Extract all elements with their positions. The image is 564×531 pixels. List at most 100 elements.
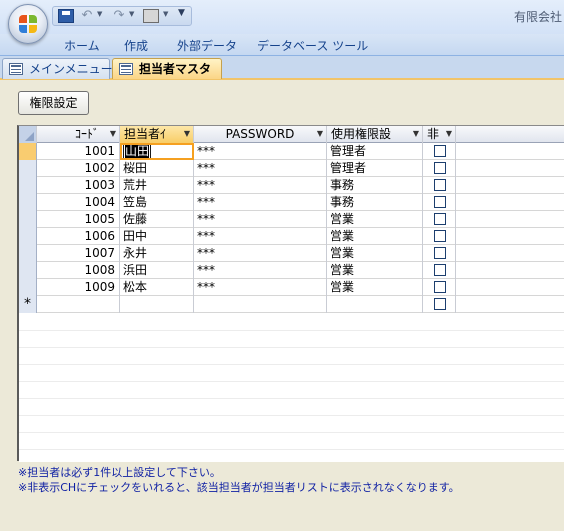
- sort-dropdown-icon[interactable]: ▼: [110, 126, 116, 142]
- table-row[interactable]: 1009 松本 *** 営業: [19, 279, 564, 296]
- table-row[interactable]: 1004 笠島 *** 事務: [19, 194, 564, 211]
- hidden-checkbox[interactable]: [434, 213, 446, 225]
- row-selector[interactable]: [19, 279, 37, 296]
- row-selector[interactable]: [19, 160, 37, 177]
- cell-name[interactable]: 田中: [120, 228, 194, 245]
- sort-dropdown-icon[interactable]: ▼: [184, 126, 190, 142]
- cell-hidden: [423, 296, 456, 313]
- redo-icon[interactable]: ↷: [111, 9, 127, 23]
- table-row[interactable]: 1008 浜田 *** 営業: [19, 262, 564, 279]
- cell-role[interactable]: 営業: [327, 211, 423, 228]
- ribbon-tab-home[interactable]: ホーム: [64, 37, 100, 54]
- cell-code[interactable]: 1007: [37, 245, 120, 262]
- hidden-checkbox[interactable]: [434, 145, 446, 157]
- doc-tab-main-menu[interactable]: メインメニュー: [2, 58, 113, 79]
- cell-role[interactable]: 営業: [327, 279, 423, 296]
- row-selector[interactable]: [19, 177, 37, 194]
- hidden-checkbox[interactable]: [434, 298, 446, 310]
- undo-dropdown-icon[interactable]: ▼: [97, 10, 102, 18]
- cell-role[interactable]: 営業: [327, 262, 423, 279]
- cell-name[interactable]: 桜田: [120, 160, 194, 177]
- ribbon-tab-create[interactable]: 作成: [124, 37, 148, 54]
- table-row[interactable]: 1005 佐藤 *** 営業: [19, 211, 564, 228]
- cell-name[interactable]: 松本: [120, 279, 194, 296]
- cell-password[interactable]: ***: [194, 262, 327, 279]
- cell-code[interactable]: 1009: [37, 279, 120, 296]
- table-row[interactable]: 1006 田中 *** 営業: [19, 228, 564, 245]
- cell-code[interactable]: 1005: [37, 211, 120, 228]
- sort-dropdown-icon[interactable]: ▼: [413, 126, 419, 142]
- ribbon-tab-external-data[interactable]: 外部データ: [177, 37, 237, 54]
- name-edit-box[interactable]: 山田: [123, 144, 152, 159]
- column-header-password[interactable]: PASSWORD ▼: [194, 126, 327, 143]
- select-all-corner[interactable]: [19, 126, 37, 143]
- column-header-hidden[interactable]: 非 ▼: [423, 126, 456, 143]
- table-row[interactable]: 1007 永井 *** 営業: [19, 245, 564, 262]
- cell-name[interactable]: 浜田: [120, 262, 194, 279]
- hidden-checkbox[interactable]: [434, 196, 446, 208]
- row-selector[interactable]: [19, 143, 37, 160]
- column-header-code[interactable]: ｺｰﾄﾞ ▼: [37, 126, 120, 143]
- cell-role[interactable]: 事務: [327, 177, 423, 194]
- cell-code[interactable]: 1003: [37, 177, 120, 194]
- cell-code[interactable]: 1008: [37, 262, 120, 279]
- header-row: ｺｰﾄﾞ ▼ 担当者ｲ ▼ PASSWORD ▼ 使用権限設 ▼ 非 ▼: [19, 126, 564, 143]
- cell-name[interactable]: 佐藤: [120, 211, 194, 228]
- hidden-checkbox[interactable]: [434, 179, 446, 191]
- row-selector[interactable]: [19, 228, 37, 245]
- print-dropdown-icon[interactable]: ▼: [163, 10, 168, 18]
- cell-password[interactable]: ***: [194, 228, 327, 245]
- undo-icon[interactable]: ↶: [79, 9, 95, 23]
- row-selector[interactable]: [19, 245, 37, 262]
- table-row[interactable]: 1001 山田 *** 管理者: [19, 143, 564, 160]
- row-selector[interactable]: [19, 194, 37, 211]
- hidden-checkbox[interactable]: [434, 230, 446, 242]
- new-record-marker[interactable]: *: [19, 296, 37, 313]
- cell-password[interactable]: ***: [194, 279, 327, 296]
- hidden-checkbox[interactable]: [434, 247, 446, 259]
- cell-role[interactable]: 営業: [327, 228, 423, 245]
- redo-dropdown-icon[interactable]: ▼: [129, 10, 134, 18]
- cell-role[interactable]: 営業: [327, 245, 423, 262]
- cell-password[interactable]: ***: [194, 245, 327, 262]
- ribbon-tab-database-tools[interactable]: データベース ツール: [257, 37, 368, 54]
- cell-password[interactable]: ***: [194, 160, 327, 177]
- new-record-row[interactable]: *: [19, 296, 564, 313]
- hidden-checkbox[interactable]: [434, 264, 446, 276]
- cell-name[interactable]: 山田: [120, 143, 194, 160]
- cell-name[interactable]: 荒井: [120, 177, 194, 194]
- doc-tab-staff-master[interactable]: 担当者マスタ: [112, 58, 222, 79]
- office-button[interactable]: [8, 4, 48, 44]
- cell-code[interactable]: 1006: [37, 228, 120, 245]
- cell-name[interactable]: 永井: [120, 245, 194, 262]
- row-selector[interactable]: [19, 262, 37, 279]
- cell-role[interactable]: [327, 296, 423, 313]
- sort-dropdown-icon[interactable]: ▼: [446, 126, 452, 142]
- hidden-checkbox[interactable]: [434, 162, 446, 174]
- save-icon[interactable]: [58, 9, 74, 23]
- cell-role[interactable]: 事務: [327, 194, 423, 211]
- cell-name[interactable]: [120, 296, 194, 313]
- permission-settings-button[interactable]: 権限設定: [18, 91, 89, 115]
- cell-name[interactable]: 笠島: [120, 194, 194, 211]
- cell-password[interactable]: [194, 296, 327, 313]
- column-header-role[interactable]: 使用権限設 ▼: [327, 126, 423, 143]
- cell-code[interactable]: 1004: [37, 194, 120, 211]
- table-row[interactable]: 1002 桜田 *** 管理者: [19, 160, 564, 177]
- hidden-checkbox[interactable]: [434, 281, 446, 293]
- cell-password[interactable]: ***: [194, 143, 327, 160]
- cell-code[interactable]: [37, 296, 120, 313]
- cell-role[interactable]: 管理者: [327, 143, 423, 160]
- customize-toolbar-icon[interactable]: ▼: [178, 8, 185, 18]
- print-icon[interactable]: [143, 9, 159, 23]
- cell-password[interactable]: ***: [194, 211, 327, 228]
- cell-code[interactable]: 1002: [37, 160, 120, 177]
- sort-dropdown-icon[interactable]: ▼: [317, 126, 323, 142]
- table-row[interactable]: 1003 荒井 *** 事務: [19, 177, 564, 194]
- row-selector[interactable]: [19, 211, 37, 228]
- cell-code[interactable]: 1001: [37, 143, 120, 160]
- column-header-name[interactable]: 担当者ｲ ▼: [120, 126, 194, 143]
- cell-role[interactable]: 管理者: [327, 160, 423, 177]
- cell-password[interactable]: ***: [194, 194, 327, 211]
- cell-password[interactable]: ***: [194, 177, 327, 194]
